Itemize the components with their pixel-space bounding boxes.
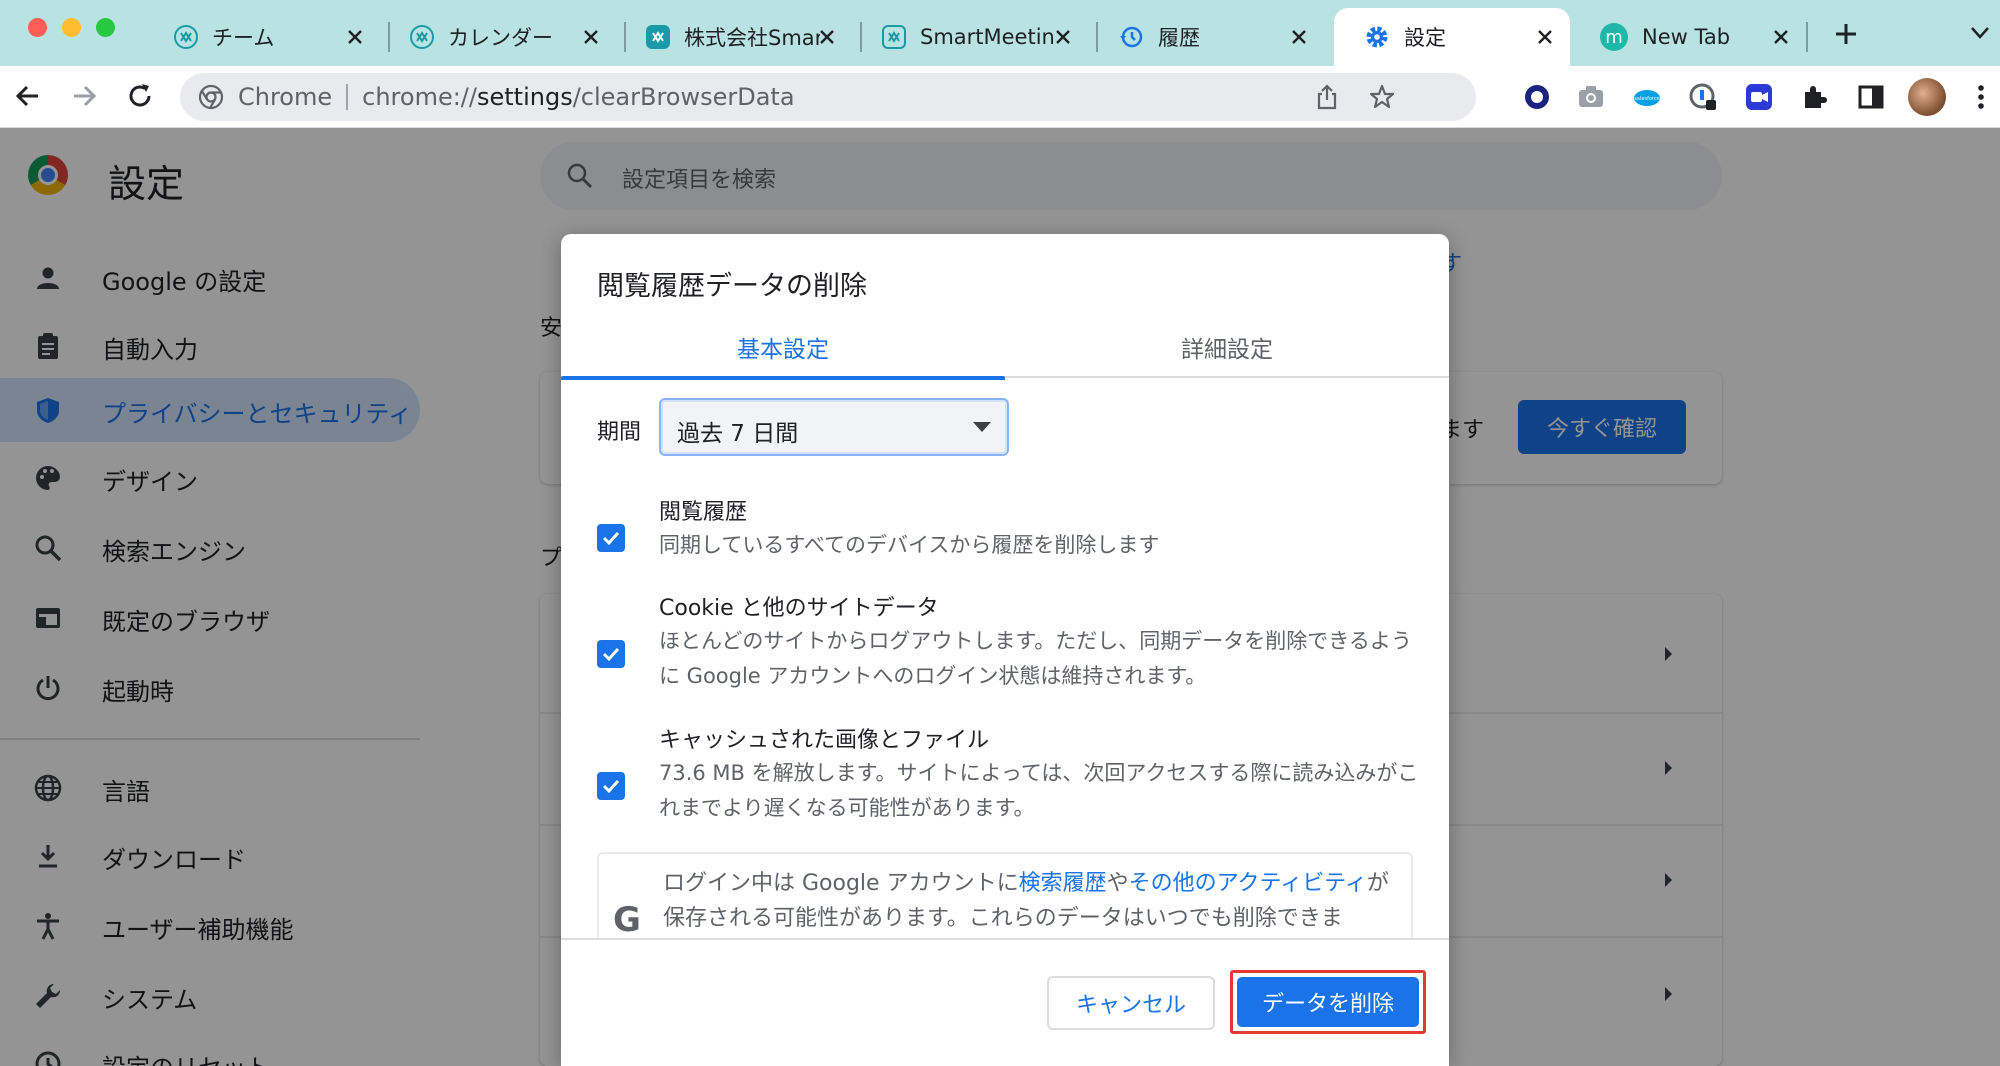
extensions-puzzle-icon[interactable] <box>1800 82 1830 112</box>
option-description: ほとんどのサイトからログアウトします。ただし、同期データを削除できるように Go… <box>659 629 1412 688</box>
tab-title: New Tab <box>1642 25 1731 49</box>
profile-avatar[interactable] <box>1908 78 1946 116</box>
window-minimize-button[interactable] <box>62 18 81 37</box>
time-range-label: 期間 <box>597 420 642 445</box>
bookmark-star-icon[interactable] <box>1368 83 1396 111</box>
tab-separator <box>1806 22 1808 52</box>
browser-tab[interactable]: SmartMeetin <box>852 8 1088 66</box>
zoom-video-icon[interactable] <box>1744 82 1774 112</box>
back-arrow-icon[interactable] <box>12 80 44 112</box>
dialog-tabs: 基本設定 詳細設定 <box>561 316 1449 380</box>
cancel-button[interactable]: キャンセル <box>1047 976 1215 1030</box>
browser-tab[interactable]: 履歴 <box>1088 8 1324 66</box>
tab-strip: チーム カレンダー 株式会社Smar SmartMeetin 履歴 設定 m N… <box>0 0 2000 66</box>
close-icon[interactable] <box>1288 26 1310 48</box>
tab-advanced[interactable]: 詳細設定 <box>1005 316 1449 378</box>
smartmeeting-icon <box>882 25 906 49</box>
browser-tab[interactable]: チーム <box>144 8 380 66</box>
new-tab-plus-icon[interactable] <box>1832 20 1860 48</box>
window-maximize-button[interactable] <box>96 18 115 37</box>
browser-tab[interactable]: カレンダー <box>380 8 616 66</box>
time-range-select[interactable]: 過去 7 日間 <box>659 398 1009 456</box>
close-icon[interactable] <box>580 26 602 48</box>
close-icon[interactable] <box>1770 26 1792 48</box>
checkmark-icon <box>602 779 620 794</box>
delete-button-highlight: データを削除 <box>1230 970 1426 1034</box>
svg-text:salesforce: salesforce <box>1634 96 1659 102</box>
tab-search-chevron-icon[interactable] <box>1970 26 1990 40</box>
option-title: 閲覧履歴 <box>659 500 748 525</box>
password-manager-icon[interactable] <box>1688 82 1718 112</box>
option-browsing-history: 閲覧履歴 同期しているすべてのデバイスから履歴を削除します <box>597 494 1417 574</box>
smartmeeting-icon <box>410 25 434 49</box>
smartmeeting-icon <box>174 25 198 49</box>
browsing-history-checkbox[interactable] <box>597 524 625 552</box>
option-title: キャッシュされた画像とファイル <box>659 728 990 753</box>
other-activity-link[interactable]: その他のアクティビティ <box>1129 871 1367 896</box>
browser-tab[interactable]: 株式会社Smar <box>616 8 852 66</box>
tab-title: 株式会社Smar <box>684 26 820 50</box>
notice-text: ログイン中は Google アカウントに検索履歴やその他のアクティビティが保存さ… <box>663 871 1389 931</box>
close-icon[interactable] <box>344 26 366 48</box>
browser-tab[interactable]: m New Tab <box>1570 8 1806 66</box>
tab-title: カレンダー <box>448 26 553 50</box>
checkmark-icon <box>602 647 620 662</box>
history-icon <box>1120 26 1143 48</box>
cache-checkbox[interactable] <box>597 772 625 800</box>
address-bar[interactable]: Chrome chrome://settings/clearBrowserDat… <box>180 73 1476 121</box>
site-label: Chrome <box>238 83 333 111</box>
salesforce-icon[interactable]: salesforce <box>1632 82 1662 112</box>
close-icon[interactable] <box>1052 26 1074 48</box>
share-icon[interactable] <box>1314 83 1340 111</box>
time-range-value: 過去 7 日間 <box>677 421 799 447</box>
window-close-button[interactable] <box>28 18 47 37</box>
checkmark-icon <box>602 531 620 546</box>
tab-basic[interactable]: 基本設定 <box>561 316 1005 380</box>
gear-icon <box>1366 26 1388 48</box>
cookies-checkbox[interactable] <box>597 640 625 668</box>
chrome-logo-icon <box>198 84 224 110</box>
clear-browsing-data-dialog: 閲覧履歴データの削除 基本設定 詳細設定 期間 過去 7 日間 閲覧履歴 同期し… <box>561 234 1449 1066</box>
option-cookies: Cookie と他のサイトデータ ほとんどのサイトからログアウトします。ただし、… <box>597 590 1417 710</box>
dialog-footer: キャンセル データを削除 <box>561 938 1449 1066</box>
more-vertical-icon[interactable] <box>1966 82 1996 112</box>
dialog-title: 閲覧履歴データの削除 <box>597 271 867 302</box>
browser-tab-active[interactable]: 設定 <box>1334 8 1570 66</box>
omnibox-divider <box>346 84 349 110</box>
close-icon[interactable] <box>816 26 838 48</box>
tab-title: 設定 <box>1404 26 1446 50</box>
url-text[interactable]: chrome://settings/clearBrowserData <box>362 83 794 111</box>
search-history-link[interactable]: 検索履歴 <box>1019 871 1107 896</box>
option-description: 73.6 MB を解放します。サイトによっては、次回アクセスする際に読み込みがこ… <box>659 761 1419 820</box>
close-icon[interactable] <box>1534 26 1556 48</box>
dropdown-arrow-icon <box>973 422 991 432</box>
option-title: Cookie と他のサイトデータ <box>659 596 939 621</box>
tab-title: 履歴 <box>1158 26 1200 50</box>
m-icon: m <box>1600 23 1628 51</box>
reload-icon[interactable] <box>124 80 156 112</box>
option-description: 同期しているすべてのデバイスから履歴を削除します <box>659 533 1160 557</box>
camera-icon[interactable] <box>1576 82 1606 112</box>
forward-arrow-icon[interactable] <box>68 80 100 112</box>
google-g-icon: G <box>613 900 641 940</box>
option-cache: キャッシュされた画像とファイル 73.6 MB を解放します。サイトによっては、… <box>597 722 1419 842</box>
clear-data-button[interactable]: データを削除 <box>1237 977 1419 1027</box>
side-panel-icon[interactable] <box>1856 82 1886 112</box>
extension-circle-icon[interactable] <box>1522 82 1552 112</box>
tab-title: チーム <box>212 26 275 50</box>
tab-title: SmartMeetin <box>920 25 1055 49</box>
smartmeeting-icon <box>646 25 670 49</box>
browser-toolbar: Chrome chrome://settings/clearBrowserDat… <box>0 66 2000 128</box>
